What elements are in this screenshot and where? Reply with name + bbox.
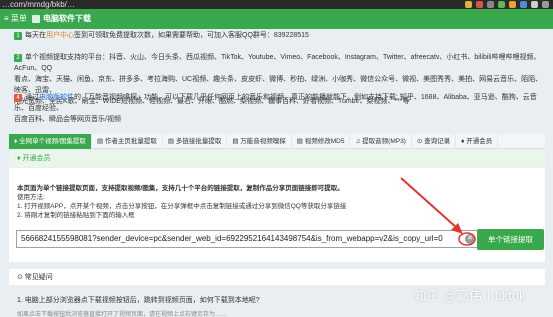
extension-icon[interactable] xyxy=(531,1,538,8)
notice-text: 的「万能音视频嗅探」功能，可以下载几乎任何网页上的音乐和视频，真正的能播就能下。… xyxy=(14,94,537,112)
extension-icon[interactable] xyxy=(476,1,483,8)
extension-icon[interactable] xyxy=(542,1,549,8)
tab-author-batch[interactable]: ▤ 作者主页批量提取 xyxy=(92,134,163,149)
tab-extract-audio[interactable]: ♫ 提取音频(MP3) xyxy=(350,134,412,149)
site-header: ≡ 菜单 电脑软件下载 xyxy=(0,9,553,29)
tab-universal-sniffer[interactable]: ▤ 万能音视频嗅探 xyxy=(227,134,292,149)
notice-number-badge: 4 xyxy=(14,94,22,102)
tab-open-member[interactable]: ♦ 开通会员 xyxy=(456,134,499,149)
notice-text: 通过 xyxy=(25,94,39,101)
extension-icon[interactable] xyxy=(487,1,494,8)
menu-button[interactable]: ≡ 菜单 xyxy=(4,9,27,29)
site-title[interactable]: 电脑软件下载 xyxy=(43,9,91,29)
notice-text-line-2: 百度百科、瞬品会等网页音乐/视频 xyxy=(14,116,121,123)
platform-list-line-1: 单个视频提取支持的平台：抖音、火山、今日头条、西瓜视频、TikTok、Youtu… xyxy=(14,54,541,72)
tab-modify-md5[interactable]: ▤ 视频修改MD5 xyxy=(292,134,351,149)
extract-button[interactable]: 单个链接提取 xyxy=(477,229,544,250)
faq-answer-1: 如果点击下载按钮后浏览器直接打开了视频页面，请在视频上点右键另存为…… xyxy=(17,312,228,317)
notice-text: 每天在 xyxy=(25,32,46,39)
browser-extension-icons xyxy=(465,1,549,8)
feature-tabs: ♦ 全网单个视频/图集提取 ▤ 作者主页批量提取 ▤ 多链接批量提取 ▤ 万能音… xyxy=(9,134,545,149)
notice-number-badge: 1 xyxy=(14,32,22,40)
grid-icon xyxy=(32,15,40,23)
link-input[interactable]: 5666824155598081?sender_device=pc&sender… xyxy=(16,230,479,248)
faq-header: ⊙ 常见疑问 xyxy=(9,269,545,286)
usage-title: 使用方法: xyxy=(17,194,45,201)
link-input-value[interactable]: 5666824155598081?sender_device=pc&sender… xyxy=(21,231,459,247)
watermark: 知乎 @嘉伟丨tiktok xyxy=(414,289,526,303)
tab-multi-link-batch[interactable]: ▤ 多链接批量提取 xyxy=(163,134,228,149)
browser-chrome: …com/mmdg/bkb/… xyxy=(0,0,553,9)
tab-query-records[interactable]: ⊙ 查询记录 xyxy=(412,134,457,149)
notice-number-badge: 2 xyxy=(14,54,22,62)
notice-1: 1 每天在用户中心签到可领取免费提取次数，如果需要帮助，可加入客服QQ群号：839… xyxy=(14,30,549,41)
extension-icon[interactable] xyxy=(509,1,516,8)
notice-text: 签到可领取免费提取次数，如果需要帮助，可加入客服QQ群号：839228515 xyxy=(74,32,309,39)
desktop-software-link[interactable]: 电脑版软件 xyxy=(39,94,74,101)
tab-single-extract[interactable]: ♦ 全网单个视频/图集提取 xyxy=(9,134,92,149)
address-bar[interactable]: …com/mmdg/bkb/… xyxy=(2,0,75,9)
extension-icon[interactable] xyxy=(465,1,472,8)
extension-icon[interactable] xyxy=(520,1,527,8)
extension-icon[interactable] xyxy=(498,1,505,8)
open-member-header[interactable]: ♦ 开通会员 xyxy=(9,150,545,167)
panel-headline: 本页面为单个链接提取页面，支持提取视频/图集，支持几十个平台的链接提取，复制作品… xyxy=(17,185,344,192)
user-center-link[interactable]: 用户中心 xyxy=(46,32,74,39)
usage-step-2: 2. 将刚才复制的链接粘贴到下面的输入框 xyxy=(17,212,135,219)
notice-4: 4 通过电脑版软件的「万能音视频嗅探」功能，可以下载几乎任何网页上的音乐和视频，真… xyxy=(14,92,549,125)
clear-icon[interactable]: ✕ xyxy=(465,234,475,244)
usage-step-1: 1. 打开视频APP，点开某个视频，点击分享按钮，在分享弹框中点击复制链接或通过… xyxy=(17,203,347,210)
faq-question-1: 1. 电脑上部分浏览器点下载视频按钮后，跳转到视频页面，如何下载到本地呢? xyxy=(17,297,260,304)
